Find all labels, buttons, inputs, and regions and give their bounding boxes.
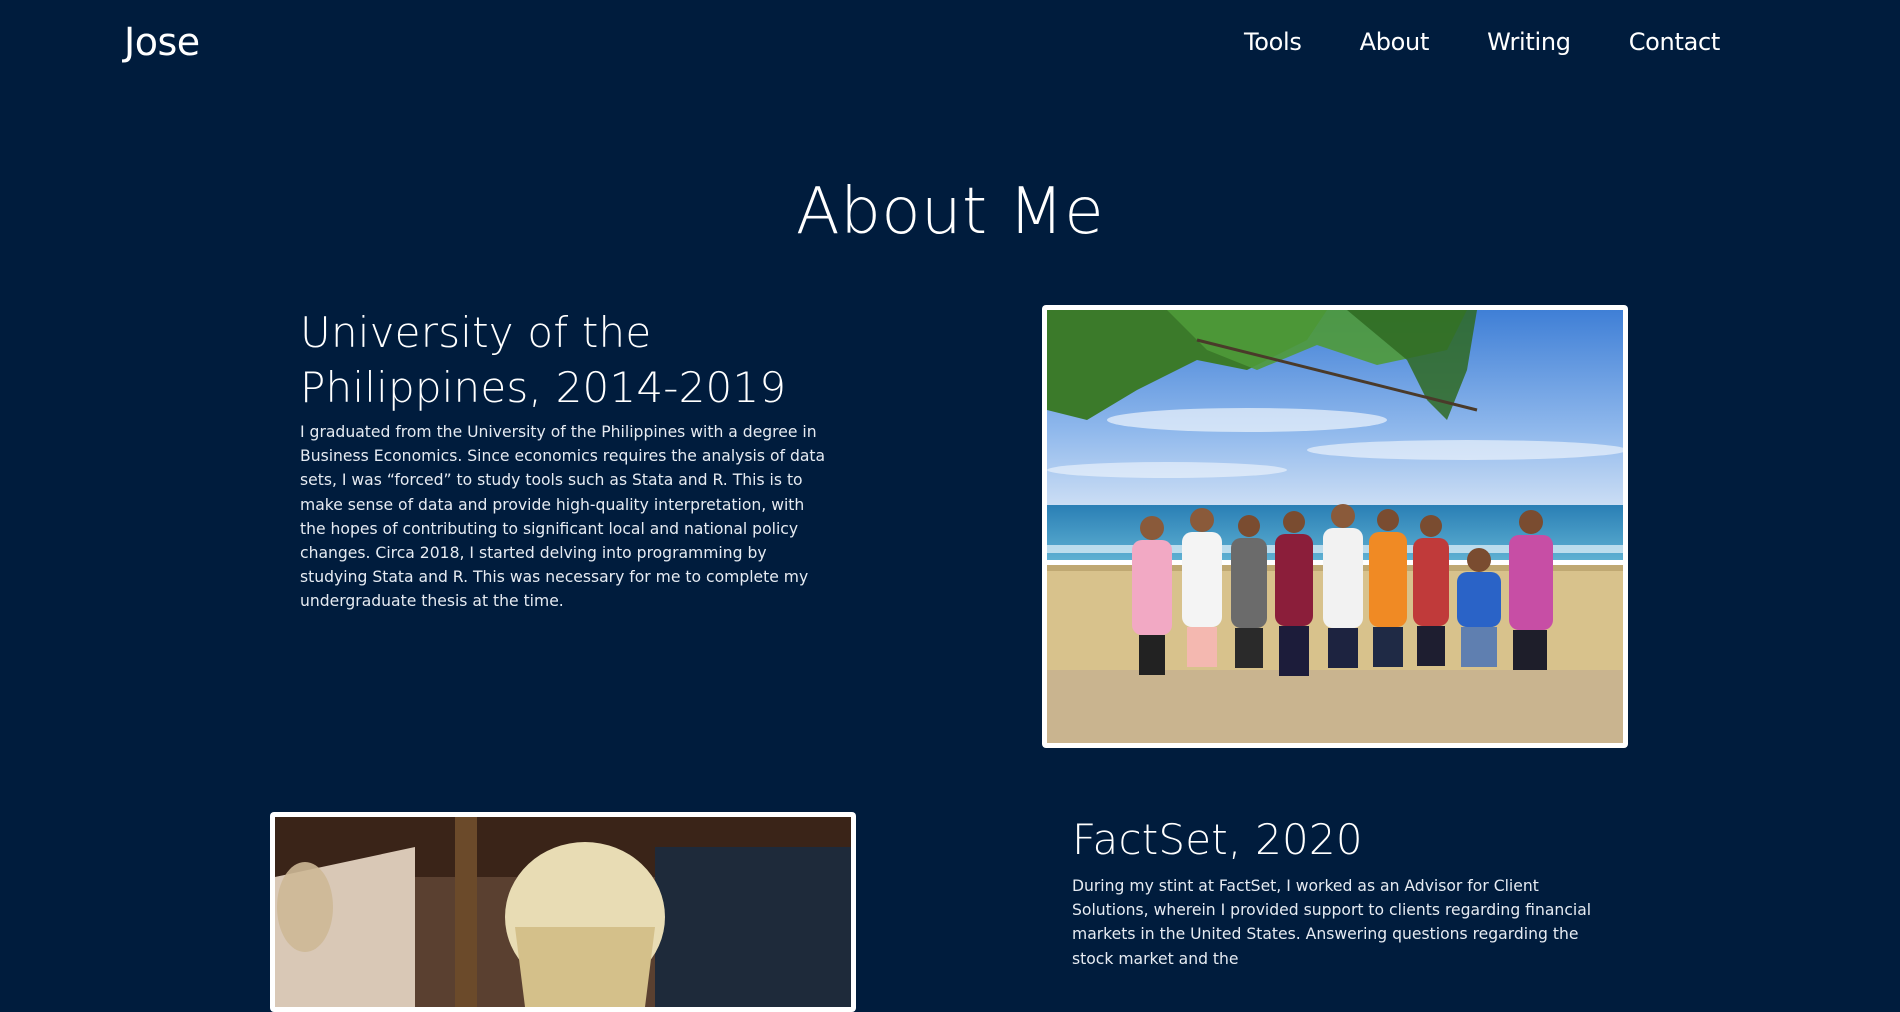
brand-logo-link[interactable]: Jose — [124, 18, 200, 66]
beach-group-photo-image — [1047, 310, 1623, 743]
page-title: About Me — [795, 175, 1105, 249]
beach-group-photo — [1042, 305, 1628, 748]
lamps-photo — [270, 812, 856, 1012]
section-title-university: University of the Philippines, 2014-2019 — [300, 308, 787, 412]
section-text-factset: During my stint at FactSet, I worked as … — [1072, 877, 1592, 968]
nav-link-writing[interactable]: Writing — [1487, 24, 1571, 60]
nav-link-tools[interactable]: Tools — [1244, 24, 1302, 60]
lamps-photo-image — [275, 817, 851, 1007]
nav-link-contact[interactable]: Contact — [1629, 24, 1721, 60]
top-nav: Jose Tools About Writing Contact — [0, 0, 1900, 84]
section-text-university: I graduated from the University of the P… — [300, 423, 826, 611]
nav-link-about[interactable]: About — [1360, 24, 1430, 60]
nav-links: Tools About Writing Contact — [1186, 24, 1720, 60]
section-title-factset: FactSet, 2020 — [1072, 815, 1363, 864]
